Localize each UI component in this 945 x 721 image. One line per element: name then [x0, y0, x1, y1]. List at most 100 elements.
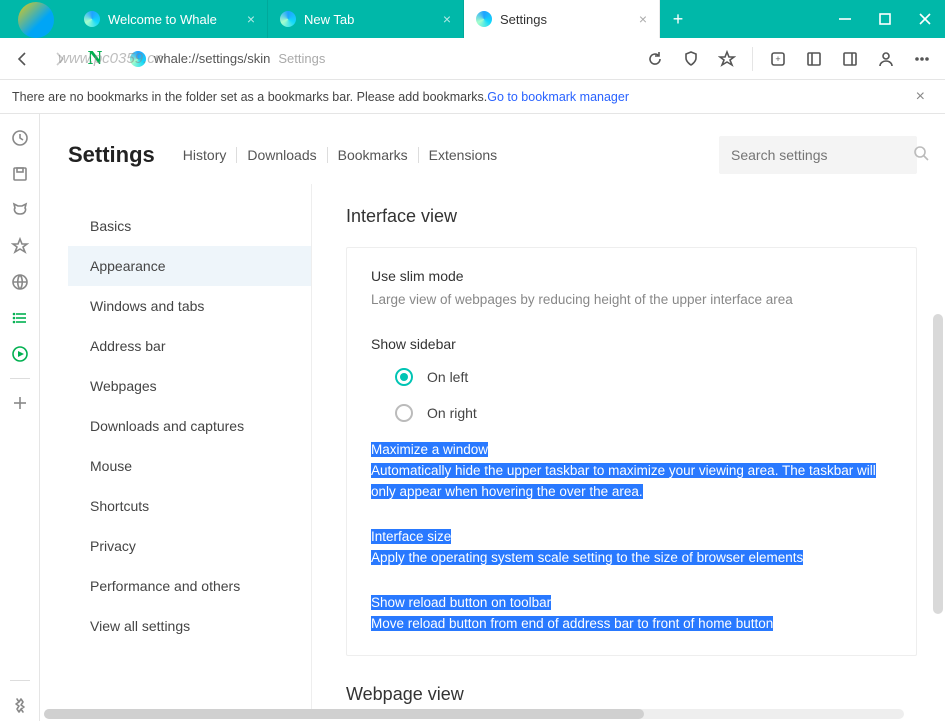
tab-close-icon[interactable]: ×: [639, 11, 647, 27]
vertical-scrollbar[interactable]: [933, 314, 943, 614]
horizontal-scrollbar[interactable]: [44, 709, 904, 719]
radio-label: On right: [427, 405, 477, 421]
profile-icon[interactable]: [869, 42, 903, 76]
capture-icon[interactable]: +: [761, 42, 795, 76]
sidebar-cat-icon[interactable]: [4, 194, 36, 226]
topnav-history[interactable]: History: [173, 147, 237, 163]
tab-label: New Tab: [304, 12, 354, 27]
topnav-bookmarks[interactable]: Bookmarks: [327, 147, 418, 163]
tab-close-icon[interactable]: ×: [443, 11, 451, 27]
tab-strip: Welcome to Whale × New Tab × Settings × …: [72, 0, 825, 38]
interface-size-desc: Apply the operating system scale setting…: [371, 550, 803, 565]
svg-text:+: +: [775, 54, 780, 64]
bookmarks-empty-msg: There are no bookmarks in the folder set…: [12, 90, 487, 104]
reload-desc: Move reload button from end of address b…: [371, 616, 773, 631]
tab-favicon-icon: [476, 11, 492, 27]
maximize-title: Maximize a window: [371, 442, 488, 457]
tab-newtab[interactable]: New Tab ×: [268, 0, 464, 38]
tab-favicon-icon: [84, 11, 100, 27]
tab-label: Settings: [500, 12, 547, 27]
tab-settings[interactable]: Settings ×: [464, 0, 660, 38]
sidenav-downloads-captures[interactable]: Downloads and captures: [68, 406, 311, 446]
separator: [10, 378, 30, 379]
sidebar-left-icon[interactable]: [797, 42, 831, 76]
settings-search[interactable]: [719, 136, 917, 174]
tab-label: Welcome to Whale: [108, 12, 217, 27]
sidenav-appearance[interactable]: Appearance: [68, 246, 311, 286]
show-sidebar-title: Show sidebar: [371, 336, 892, 352]
app-logo-icon: [18, 2, 54, 38]
address-suffix: Settings: [278, 51, 325, 66]
sidenav-privacy[interactable]: Privacy: [68, 526, 311, 566]
dismiss-bar-button[interactable]: ×: [908, 84, 933, 110]
bookmarks-bar: There are no bookmarks in the folder set…: [0, 80, 945, 114]
site-identity-icon: [130, 51, 146, 67]
new-tab-button[interactable]: +: [660, 0, 696, 38]
topnav-extensions[interactable]: Extensions: [418, 147, 507, 163]
vertical-sidebar: [0, 114, 40, 721]
interface-view-card: Use slim mode Large view of webpages by …: [346, 247, 917, 656]
sidebar-list-icon[interactable]: [4, 302, 36, 334]
sidenav-performance[interactable]: Performance and others: [68, 566, 311, 606]
radio-icon: [395, 404, 413, 422]
sidebar-add-button[interactable]: [4, 387, 36, 419]
reload-button[interactable]: [638, 42, 672, 76]
settings-header: Settings History Downloads Bookmarks Ext…: [40, 114, 945, 184]
section-interface-view: Interface view: [346, 206, 917, 227]
minimize-button[interactable]: [825, 0, 865, 38]
settings-panel: Interface view Use slim mode Large view …: [312, 184, 917, 719]
sidenav-mouse[interactable]: Mouse: [68, 446, 311, 486]
sidenav-shortcuts[interactable]: Shortcuts: [68, 486, 311, 526]
slim-mode-desc: Large view of webpages by reducing heigh…: [371, 290, 892, 310]
address-bar[interactable]: whale://settings/skin Settings: [120, 44, 630, 74]
sidenav-windows-tabs[interactable]: Windows and tabs: [68, 286, 311, 326]
tab-welcome[interactable]: Welcome to Whale ×: [72, 0, 268, 38]
maximize-desc: Automatically hide the upper taskbar to …: [371, 463, 876, 499]
forward-button: [42, 42, 76, 76]
section-webpage-view: Webpage view: [346, 684, 917, 705]
sidebar-globe-icon[interactable]: [4, 266, 36, 298]
reload-title: Show reload button on toolbar: [371, 595, 551, 610]
sidenav-address-bar[interactable]: Address bar: [68, 326, 311, 366]
bookmark-manager-link[interactable]: Go to bookmark manager: [487, 90, 629, 104]
sidebar-star-icon[interactable]: [4, 230, 36, 262]
titlebar: Welcome to Whale × New Tab × Settings × …: [0, 0, 945, 38]
search-icon: [912, 144, 930, 167]
search-input[interactable]: [731, 147, 912, 163]
tab-favicon-icon: [280, 11, 296, 27]
radio-on-right[interactable]: On right: [395, 404, 892, 422]
sidebar-settings-icon[interactable]: [4, 689, 36, 721]
interface-size-option: Interface size Apply the operating syste…: [371, 527, 892, 569]
reload-button-option: Show reload button on toolbar Move reloa…: [371, 593, 892, 635]
radio-icon: [395, 368, 413, 386]
sidebar-save-icon[interactable]: [4, 158, 36, 190]
sidebar-right-icon[interactable]: [833, 42, 867, 76]
window-controls: [825, 0, 945, 38]
app-logo-area: [0, 0, 72, 38]
sidenav-webpages[interactable]: Webpages: [68, 366, 311, 406]
sidebar-clock-icon[interactable]: [4, 122, 36, 154]
settings-body: Basics Appearance Windows and tabs Addre…: [40, 184, 945, 719]
back-button[interactable]: [6, 42, 40, 76]
main-region: Settings History Downloads Bookmarks Ext…: [0, 114, 945, 721]
separator: [10, 680, 30, 681]
tab-close-icon[interactable]: ×: [247, 11, 255, 27]
radio-on-left[interactable]: On left: [395, 368, 892, 386]
sidebar-play-icon[interactable]: [4, 338, 36, 370]
toolbar: N whale://settings/skin Settings +: [0, 38, 945, 80]
close-window-button[interactable]: [905, 0, 945, 38]
sidenav-view-all[interactable]: View all settings: [68, 606, 311, 646]
radio-label: On left: [427, 369, 468, 385]
slim-mode-title: Use slim mode: [371, 268, 892, 284]
settings-sidenav: Basics Appearance Windows and tabs Addre…: [68, 184, 312, 719]
maximize-window-option: Maximize a window Automatically hide the…: [371, 440, 892, 503]
address-url: whale://settings/skin: [154, 51, 270, 66]
home-button[interactable]: N: [78, 42, 112, 76]
sidenav-basics[interactable]: Basics: [68, 206, 311, 246]
topnav-downloads[interactable]: Downloads: [236, 147, 326, 163]
menu-button[interactable]: [905, 42, 939, 76]
shield-icon[interactable]: [674, 42, 708, 76]
bookmark-star-icon[interactable]: [710, 42, 744, 76]
maximize-button[interactable]: [865, 0, 905, 38]
settings-topnav: History Downloads Bookmarks Extensions: [173, 147, 507, 163]
